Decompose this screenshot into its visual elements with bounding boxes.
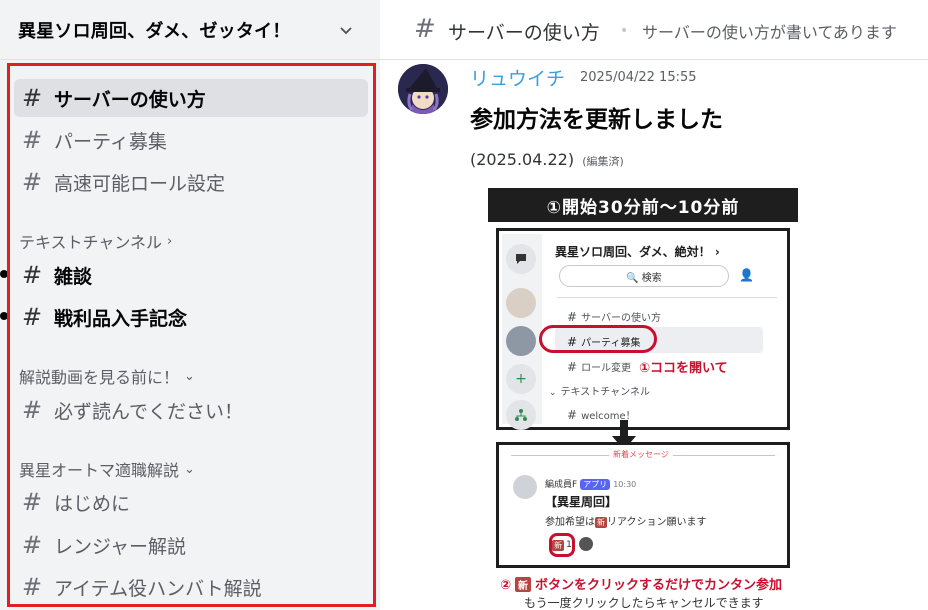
channel-item-role[interactable]: # アイテム役ハンバト解説 <box>14 568 368 606</box>
chevron-down-icon: ⌄ <box>184 461 195 477</box>
channel-name: パーティ募集 <box>54 130 167 153</box>
new-badge-icon: 新 <box>595 517 607 528</box>
server-name: 異星ソロ周回、ダメ、ゼッタイ！ <box>18 20 291 42</box>
channel-intro[interactable]: # はじめに <box>14 483 368 521</box>
channel-name: レンジャー解説 <box>54 535 187 558</box>
step1-banner: ①開始30分前〜10分前 <box>488 188 798 222</box>
channel-ranger[interactable]: # レンジャー解説 <box>14 526 368 564</box>
hash-icon: # <box>22 168 43 196</box>
mini-server-title: 異星ソロ周回、ダメ、絶対！ › <box>555 245 720 259</box>
divider <box>557 297 777 298</box>
topbar-separator: • <box>620 23 629 39</box>
unread-indicator <box>0 312 8 320</box>
app-tag: アプリ <box>580 479 611 490</box>
channel-name: アイテム役ハンバト解説 <box>54 577 262 600</box>
channel-name: 戦利品入手記念 <box>54 307 188 330</box>
channel-party-recruit[interactable]: # パーティ募集 <box>14 121 368 159</box>
message-image[interactable]: ①開始30分前〜10分前 + 異星ソロ周回、ダメ、絶対！ › 🔍 検索 👤 # サ… <box>470 180 816 610</box>
bot-text: 参加希望は新リアクション願います <box>545 517 707 528</box>
bot-name-line: 編成員F アプリ 10:30 <box>545 479 637 490</box>
add-reaction-icon <box>579 537 593 551</box>
topbar-channel-name: サーバーの使い方 <box>448 22 600 44</box>
edited-label: (編集済) <box>582 155 624 168</box>
chevron-down-icon: ⌄ <box>184 368 195 384</box>
channel-must-read[interactable]: # 必ず読んでください！ <box>14 391 368 429</box>
message-heading: 参加方法を更新しました <box>470 107 723 133</box>
mini-server-rail: + <box>502 234 542 430</box>
new-badge-icon: 新 <box>515 577 532 592</box>
category-job-guide[interactable]: 異星オートマ適職解説 ⌄ <box>19 457 195 481</box>
category-text-channels[interactable]: テキストチャンネル › <box>19 229 172 253</box>
unread-indicator <box>0 270 8 278</box>
add-user-icon: 👤 <box>739 268 754 282</box>
plus-icon: + <box>506 364 536 394</box>
category-before-videos[interactable]: 解説動画を見る前に！ ⌄ <box>19 364 195 388</box>
category-label: 異星オートマ適職解説 <box>19 461 180 480</box>
channel-loot[interactable]: # 戦利品入手記念 <box>0 298 368 336</box>
hash-icon: # <box>414 14 436 44</box>
category-label: テキストチャンネル <box>19 233 163 252</box>
reaction-button: 新1 <box>549 533 575 557</box>
server-avatar-icon <box>506 326 536 356</box>
witch-avatar-icon <box>398 64 448 114</box>
chat-bubble-icon <box>506 244 536 274</box>
channel-name: サーバーの使い方 <box>54 88 206 111</box>
topbar-topic[interactable]: サーバーの使い方が書いてあります <box>642 19 897 43</box>
bot-avatar <box>513 475 537 499</box>
channel-name: 必ず読んでください！ <box>54 400 244 423</box>
channel-chat[interactable]: # 雑談 <box>0 256 368 294</box>
message-timestamp: 2025/04/22 15:55 <box>580 70 697 85</box>
hash-icon: # <box>22 126 43 154</box>
server-header[interactable]: 異星ソロ周回、ダメ、ゼッタイ！ <box>0 0 380 60</box>
channel-name: 雑談 <box>54 265 93 288</box>
bot-title: 【異星周回】 <box>545 495 618 509</box>
channel-sidebar: 異星ソロ周回、ダメ、ゼッタイ！ # サーバーの使い方 # パーティ募集 # 高速… <box>0 0 380 610</box>
hash-icon: # <box>22 488 43 516</box>
mini-search-bar: 🔍 検索 <box>559 265 729 287</box>
tutorial-frame-message: 新着メッセージ 編成員F アプリ 10:30 【異星周回】 参加希望は新リアクション… <box>496 442 790 568</box>
channel-name: 高速可能ロール設定 <box>54 172 226 195</box>
hash-icon: # <box>22 84 43 112</box>
chevron-down-icon[interactable] <box>338 22 354 38</box>
hash-icon: # <box>22 396 43 424</box>
chevron-right-icon: › <box>167 233 173 249</box>
message-author[interactable]: リュウイチ <box>470 64 565 91</box>
mini-channel: # ロール変更 <box>567 360 632 374</box>
hash-icon: # <box>22 531 43 559</box>
annotation-open-here: ①ココを開いて <box>639 361 728 376</box>
hash-icon: # <box>22 573 43 601</box>
hash-icon: # <box>22 261 43 289</box>
tutorial-frame-sidebar: + 異星ソロ周回、ダメ、絶対！ › 🔍 検索 👤 # サーバーの使い方 # パーティ… <box>496 228 790 430</box>
new-messages-label: 新着メッセージ <box>609 449 673 460</box>
server-avatar-icon <box>506 288 536 318</box>
category-label: 解説動画を見る前に！ <box>19 368 180 387</box>
channel-server-guide[interactable]: # サーバーの使い方 <box>14 79 368 117</box>
mini-channel: # サーバーの使い方 <box>567 310 661 324</box>
hierarchy-icon <box>506 400 536 430</box>
channel-fast-role[interactable]: # 高速可能ロール設定 <box>14 163 368 201</box>
red-circle-annotation <box>539 325 657 353</box>
message-date-text: (2025.04.22) <box>470 150 575 169</box>
hash-icon: # <box>22 303 43 331</box>
cancel-note: もう一度クリックしたらキャンセルできます <box>524 596 764 610</box>
channel-name: はじめに <box>54 492 131 515</box>
avatar[interactable] <box>398 64 448 114</box>
new-badge-icon: 新 <box>552 539 565 551</box>
message-date: (2025.04.22) (編集済) <box>470 150 624 169</box>
mini-category: ⌄ テキストチャンネル <box>549 387 650 398</box>
step2-instruction: ② 新ボタンをクリックするだけでカンタン参加 <box>500 577 783 593</box>
